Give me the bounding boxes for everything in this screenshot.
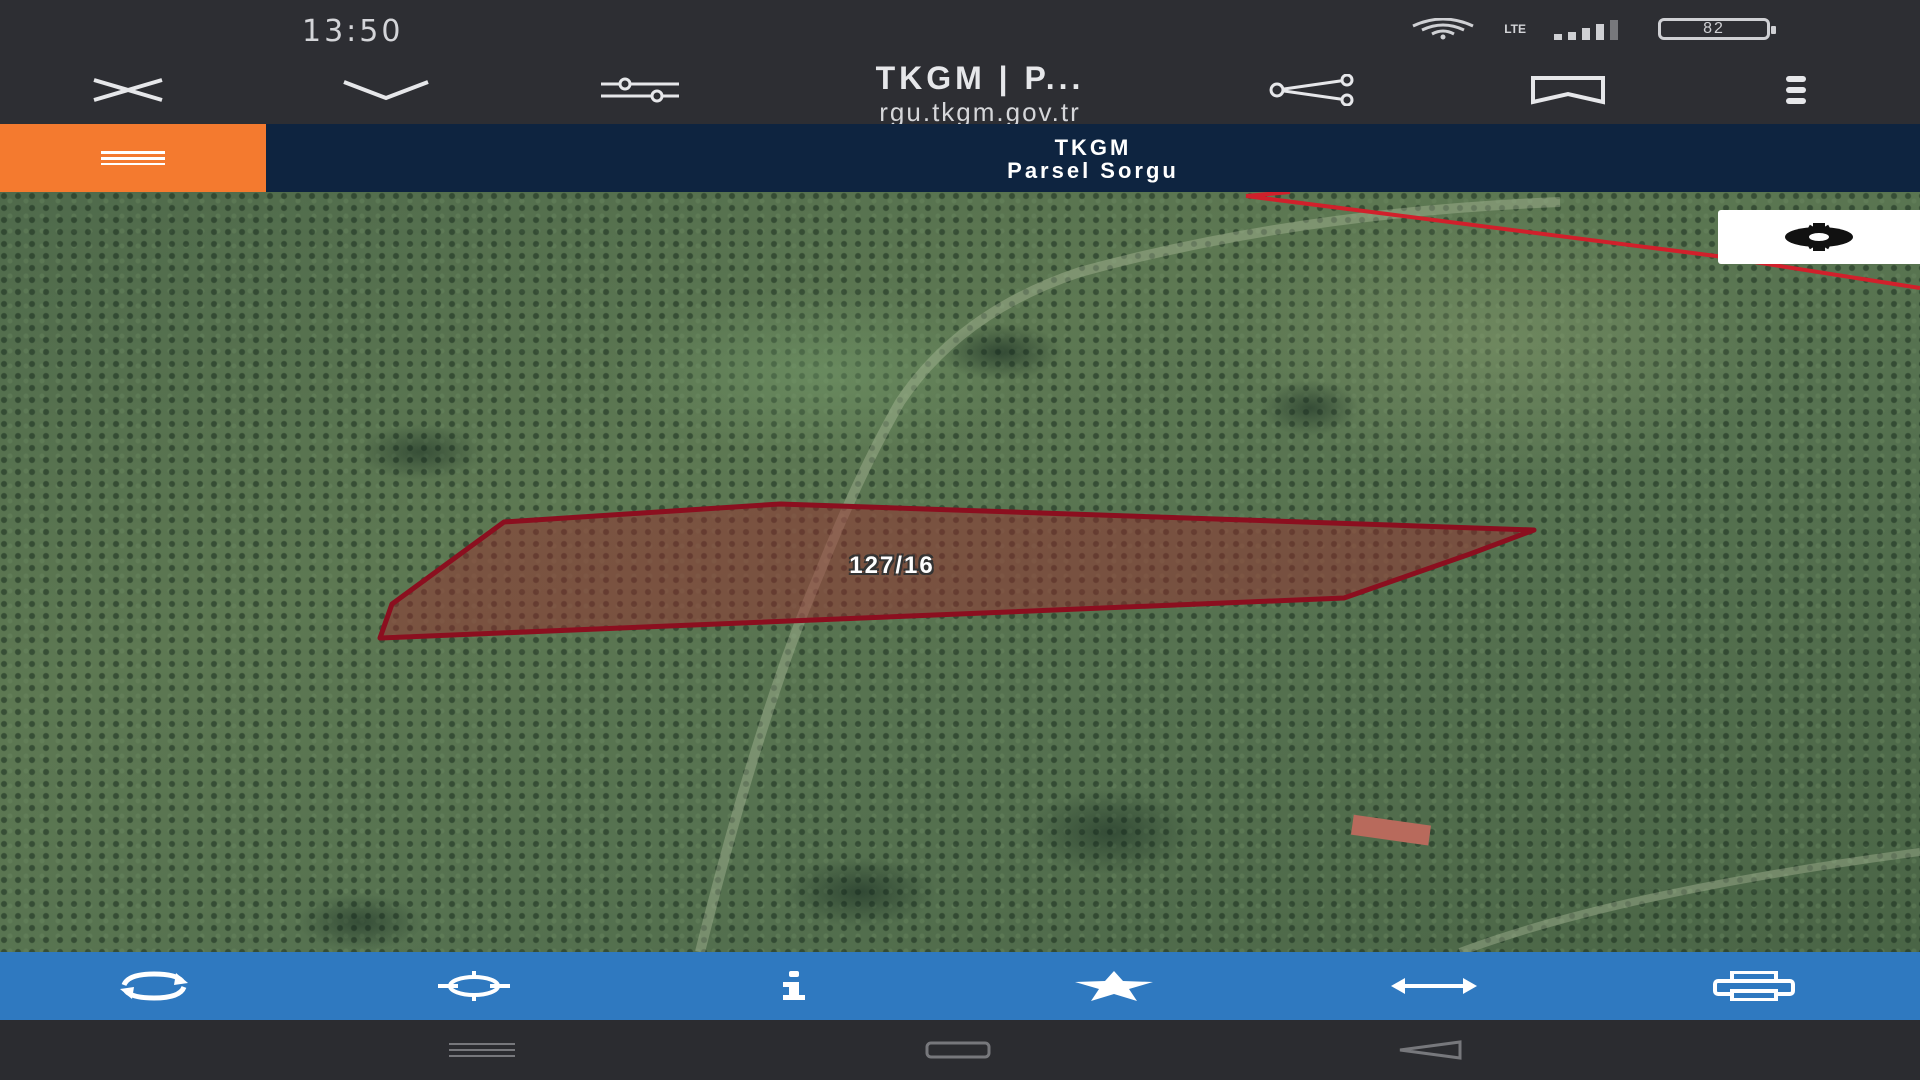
share-icon (1269, 74, 1354, 106)
star-icon (1075, 971, 1153, 1001)
bookmark-icon (1531, 76, 1605, 105)
printer-icon (1713, 971, 1795, 1001)
back-button[interactable] (1370, 1020, 1490, 1080)
locate-button[interactable] (414, 952, 534, 1020)
refresh-icon (120, 971, 188, 1001)
more-vertical-icon (1786, 76, 1806, 104)
gear-icon (1785, 223, 1853, 251)
site-header: TKGM Parsel Sorgu (0, 124, 1920, 192)
system-nav-bar (0, 1020, 1920, 1080)
menu-button[interactable] (0, 124, 266, 192)
close-icon (93, 78, 163, 102)
battery-level: 82 (1703, 20, 1725, 37)
measure-button[interactable] (1374, 952, 1494, 1020)
map-settings-button[interactable] (1718, 210, 1920, 264)
status-indicators: LTE 82 (1408, 18, 1776, 40)
share-button[interactable] (1262, 56, 1362, 124)
home-button[interactable] (898, 1020, 1018, 1080)
network-type: LTE (1504, 22, 1526, 36)
map-toolbar (0, 952, 1920, 1020)
page-settings-button[interactable] (598, 56, 682, 124)
status-time: 13:50 (302, 14, 404, 49)
chevron-down-icon (343, 80, 429, 101)
status-bar: 13:50 LTE 82 (0, 0, 1920, 56)
signal-icon (1552, 18, 1632, 40)
close-button[interactable] (88, 56, 168, 124)
browser-toolbar: TKGM | P... rgu.tkgm.gov.tr (0, 56, 1920, 126)
map-overlay (377, 192, 1920, 952)
recent-apps-icon (449, 1043, 515, 1057)
recent-apps-button[interactable] (422, 1020, 542, 1080)
double-arrow-icon (1391, 978, 1477, 994)
print-button[interactable] (1694, 952, 1814, 1020)
favorite-button[interactable] (1054, 952, 1174, 1020)
building (1350, 814, 1432, 846)
hamburger-icon (101, 151, 165, 165)
battery-indicator: 82 (1658, 18, 1776, 40)
parcel-polygon[interactable] (377, 501, 1537, 641)
page-title: TKGM | P... (875, 60, 1085, 96)
sliders-icon (601, 77, 679, 103)
page-url: rgu.tkgm.gov.tr (879, 97, 1081, 127)
home-icon (925, 1041, 991, 1059)
satellite-map[interactable]: 127/16 (0, 192, 1920, 952)
more-options-button[interactable] (1776, 56, 1816, 124)
info-icon (783, 971, 805, 1000)
site-title: TKGM Parsel Sorgu (266, 136, 1920, 182)
parcel-label: 127/16 (849, 552, 935, 579)
page-title-block[interactable]: TKGM | P... rgu.tkgm.gov.tr (760, 58, 1200, 126)
site-title-line1: TKGM (1054, 135, 1132, 160)
phone-screen: 13:50 LTE 82 TKGM | P... rgu.tkgm.gov.tr… (0, 0, 1920, 1080)
bookmark-button[interactable] (1528, 56, 1608, 124)
map-path (1458, 848, 1920, 952)
refresh-button[interactable] (94, 952, 214, 1020)
crosshair-icon (438, 971, 510, 1001)
site-title-line2: Parsel Sorgu (1007, 158, 1179, 183)
info-button[interactable] (734, 952, 854, 1020)
back-icon (1399, 1040, 1462, 1060)
wifi-icon (1408, 18, 1478, 40)
minimize-button[interactable] (336, 56, 436, 124)
